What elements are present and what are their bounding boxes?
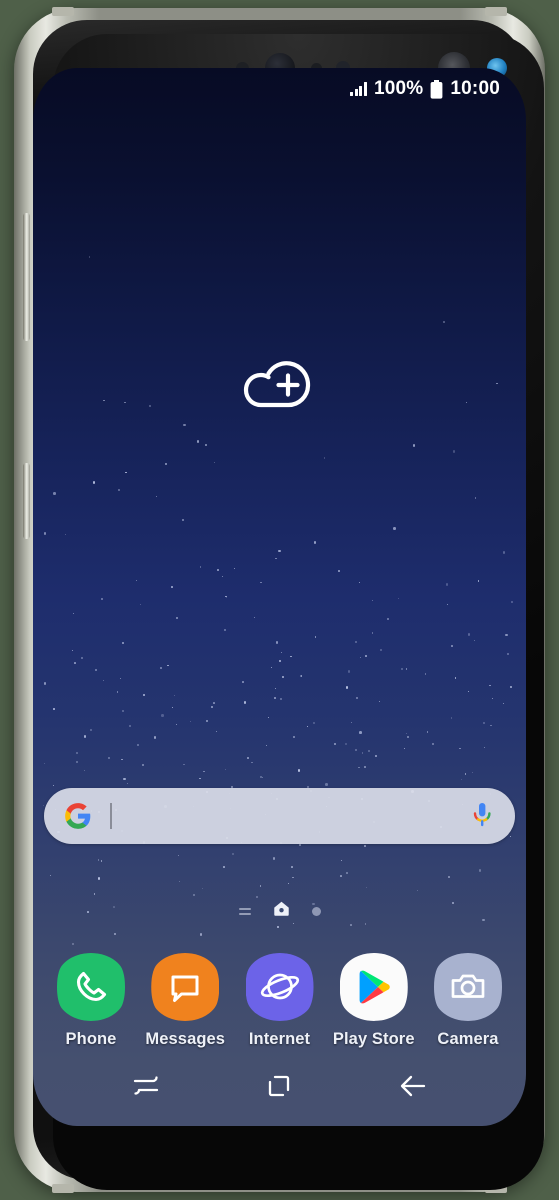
- home-square-icon: [266, 1073, 292, 1104]
- battery-full-icon: [430, 79, 443, 99]
- battery-percent-label: 100%: [373, 78, 424, 99]
- dock-app-label: Phone: [65, 1030, 117, 1048]
- play-store-icon: [340, 953, 408, 1021]
- phone-screen: 100% 10:00 Phone Messages Internet Play …: [33, 68, 526, 1126]
- dock-app-play-store[interactable]: Play Store: [330, 953, 418, 1049]
- signal-bars-icon: [350, 82, 367, 96]
- dock-app-label: Play Store: [332, 1030, 415, 1048]
- antenna-line: [485, 7, 507, 16]
- recents-button[interactable]: [119, 1066, 173, 1110]
- phone-screenshot: 100% 10:00 Phone Messages Internet Play …: [0, 0, 559, 1200]
- dock-app-camera[interactable]: Camera: [424, 953, 512, 1049]
- dock-app-messages[interactable]: Messages: [141, 953, 229, 1049]
- back-button[interactable]: [386, 1066, 440, 1110]
- lines-icon[interactable]: [238, 907, 251, 915]
- phone-icon: [57, 953, 125, 1021]
- dock-app-label: Camera: [437, 1030, 499, 1048]
- home-button[interactable]: [252, 1066, 306, 1110]
- dock-app-internet[interactable]: Internet: [236, 953, 324, 1049]
- home-icon[interactable]: [273, 900, 290, 922]
- add-cloud-widget[interactable]: [33, 358, 526, 421]
- dock-app-phone[interactable]: Phone: [47, 953, 135, 1049]
- navigation-bar: [33, 1060, 526, 1116]
- microphone-icon[interactable]: [469, 800, 495, 833]
- message-icon: [151, 953, 219, 1021]
- dock-app-label: Messages: [145, 1030, 226, 1048]
- clock-label: 10:00: [450, 78, 500, 99]
- antenna-line: [52, 1184, 74, 1193]
- volume-button[interactable]: [23, 213, 30, 341]
- back-arrow-icon: [398, 1073, 428, 1104]
- recents-icon: [131, 1073, 161, 1104]
- status-bar: 100% 10:00: [33, 74, 526, 104]
- page-indicator: [33, 900, 526, 922]
- dock-app-label: Internet: [248, 1030, 311, 1048]
- google-g-icon: [64, 802, 92, 830]
- cloud-plus-icon: [241, 358, 319, 421]
- search-input[interactable]: [112, 806, 469, 826]
- internet-icon: [246, 953, 314, 1021]
- google-search-bar[interactable]: [44, 788, 515, 844]
- phone-frame: 100% 10:00 Phone Messages Internet Play …: [14, 7, 545, 1193]
- bixby-button[interactable]: [23, 463, 30, 539]
- antenna-line: [52, 7, 74, 16]
- dot-icon[interactable]: [311, 906, 321, 916]
- camera-icon: [434, 953, 502, 1021]
- dock: Phone Messages Internet Play Store Camer…: [33, 953, 526, 1049]
